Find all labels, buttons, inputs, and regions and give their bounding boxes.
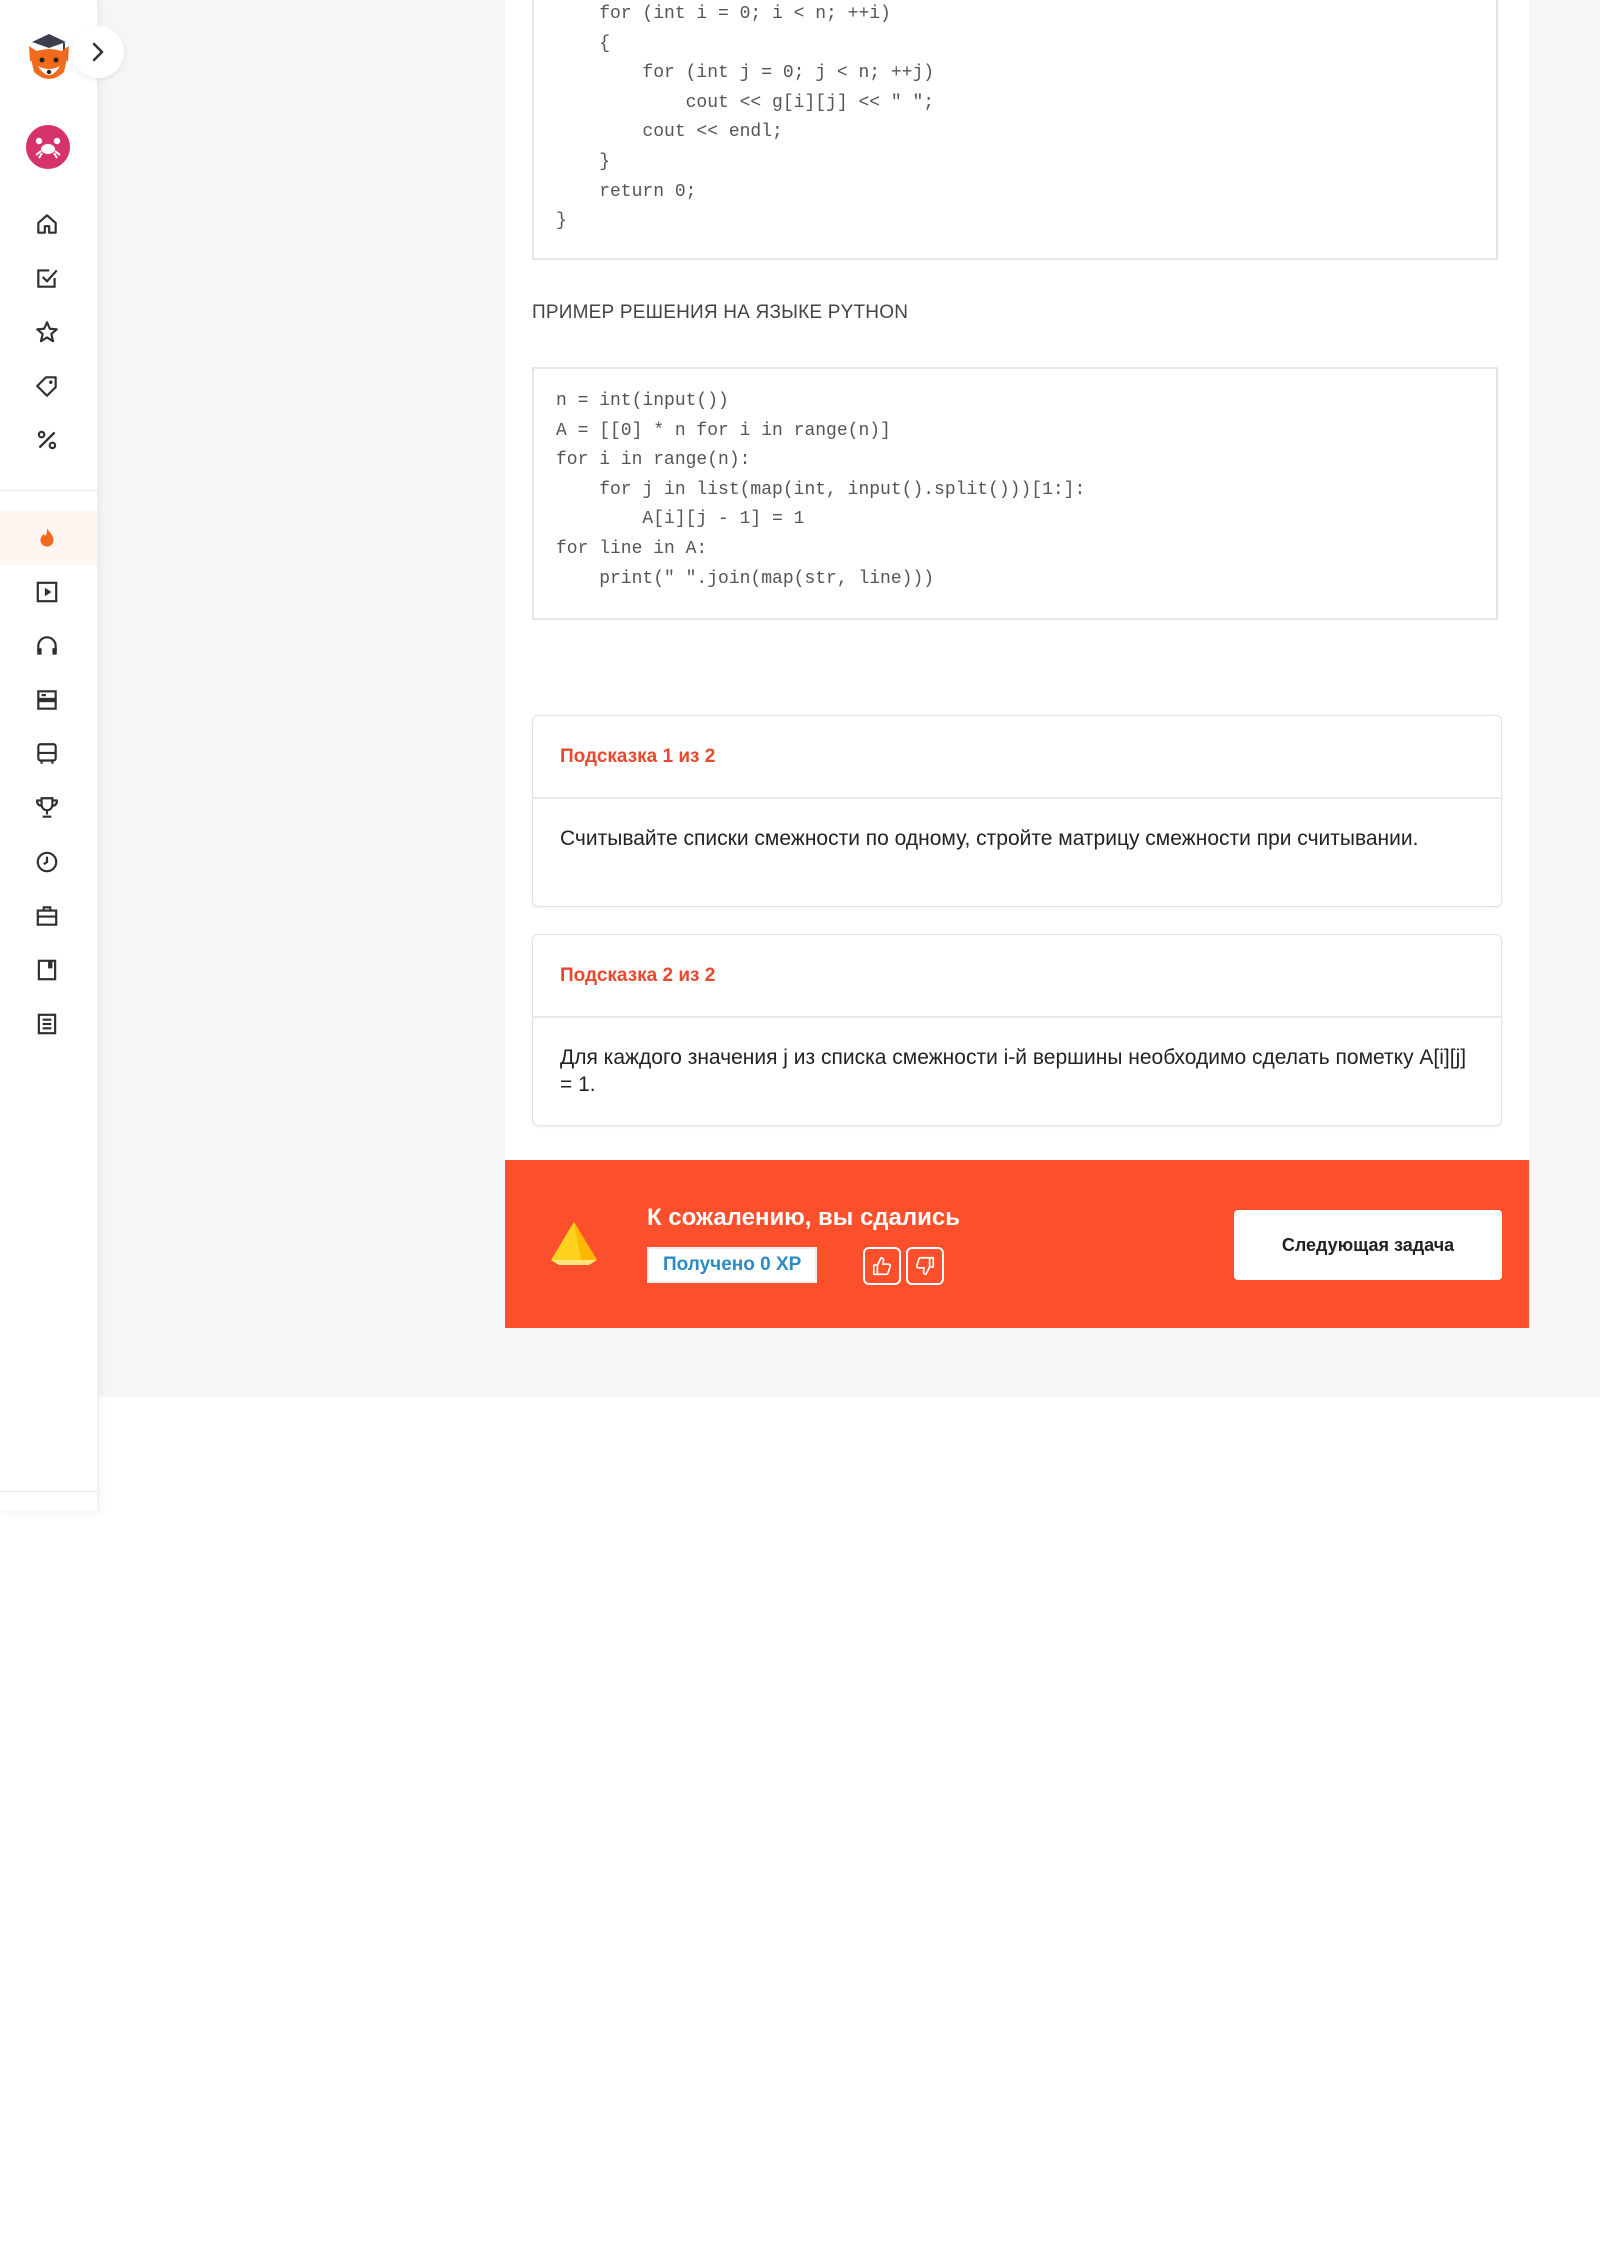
checkbox-icon[interactable]: [0, 251, 97, 305]
bus-icon[interactable]: [0, 727, 97, 781]
list-icon[interactable]: [0, 997, 97, 1051]
hint-card-1: Подсказка 1 из 2 Считывайте списки смежн…: [532, 715, 1502, 907]
briefcase-icon[interactable]: [0, 889, 97, 943]
dislike-button[interactable]: [906, 1247, 944, 1285]
fox-logo-icon[interactable]: [26, 32, 72, 86]
code-line: }: [556, 151, 611, 172]
code-line: n = int(input()): [556, 391, 729, 411]
flame-icon[interactable]: [0, 511, 97, 565]
sidebar-bottom-divider: [0, 1491, 97, 1492]
hint-text: Для каждого значения j из списка смежнос…: [560, 1046, 1467, 1096]
headphones-icon[interactable]: [0, 619, 97, 673]
trophy-icon[interactable]: [0, 781, 97, 835]
triangle-logo-icon: [549, 1220, 599, 1266]
chevron-right-icon: [92, 42, 104, 62]
clock-icon[interactable]: [0, 835, 97, 889]
play-icon[interactable]: [0, 565, 97, 619]
code-line: A[i][j - 1] = 1: [556, 509, 805, 530]
code-line: A = [[0] * n for i in range(n)]: [556, 420, 891, 441]
star-icon[interactable]: [0, 305, 97, 359]
result-banner: К сожалению, вы сдались Получено 0 XP Сл…: [505, 1160, 1529, 1328]
crab-icon: [35, 137, 61, 159]
code-line: return 0;: [556, 181, 697, 202]
thumbs-down-icon: [915, 1256, 935, 1276]
code-line: for i in range(n):: [556, 450, 751, 471]
sidebar-expand-button[interactable]: [72, 26, 124, 78]
sidebar-divider: [0, 490, 97, 491]
percent-icon[interactable]: [0, 413, 97, 467]
code-line: for j in list(map(int, input().split()))…: [556, 479, 1086, 500]
python-code-block: n = int(input()) A = [[0] * n for i in ra…: [532, 367, 1498, 620]
avatar[interactable]: [26, 125, 70, 169]
hint-title[interactable]: Подсказка 1 из 2: [533, 716, 1501, 799]
code-line: cout << endl;: [556, 122, 783, 143]
code-line: cout << g[i][j] << " ";: [556, 92, 935, 113]
book-icon[interactable]: [0, 943, 97, 997]
code-line: print(" ".join(map(str, line))): [556, 568, 935, 589]
code-line: for (int i = 0; i < n; ++i): [556, 4, 891, 24]
home-icon[interactable]: [0, 197, 97, 251]
code-line: for line in A:: [556, 538, 708, 559]
next-task-button[interactable]: Следующая задача: [1234, 1210, 1502, 1280]
like-button[interactable]: [863, 1247, 901, 1285]
hint-title[interactable]: Подсказка 2 из 2: [533, 935, 1501, 1018]
code-line: }: [556, 211, 567, 232]
hint-text: Считывайте списки смежности по одному, с…: [560, 827, 1419, 850]
tag-icon[interactable]: [0, 359, 97, 413]
code-line: for (int j = 0; j < n; ++j): [556, 63, 935, 84]
xp-badge: Получено 0 XP: [647, 1247, 818, 1283]
code-line: {: [556, 33, 611, 54]
thumbs-up-icon: [872, 1256, 892, 1276]
sidebar: [0, 0, 124, 1510]
server-icon[interactable]: [0, 673, 97, 727]
result-title: К сожалению, вы сдались: [647, 1204, 960, 1231]
cpp-code-block: for (int i = 0; i < n; ++i) { for (int j…: [532, 0, 1498, 260]
python-solution-heading: ПРИМЕР РЕШЕНИЯ НА ЯЗЫКЕ PYTHON: [532, 302, 909, 323]
hint-card-2: Подсказка 2 из 2 Для каждого значения j …: [532, 934, 1502, 1126]
